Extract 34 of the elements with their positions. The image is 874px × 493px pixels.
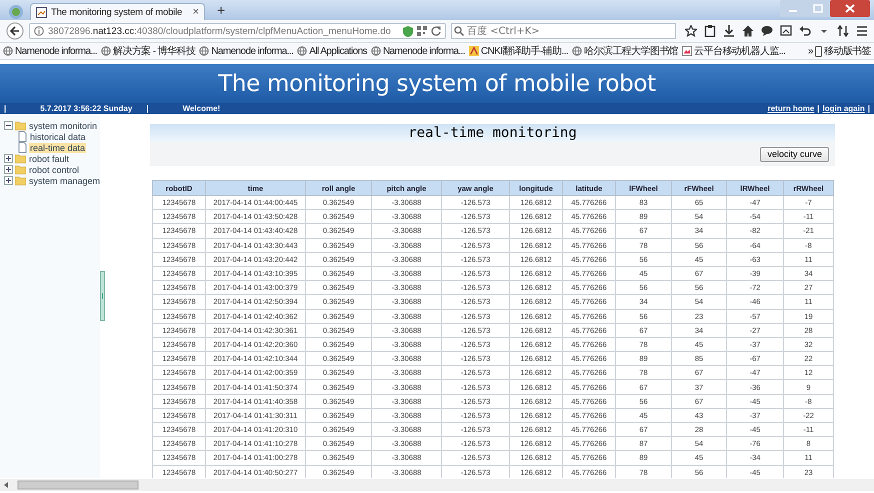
mobile-bookmarks-link[interactable]: 移动版书签 bbox=[824, 44, 871, 58]
bookmark-item[interactable]: 哈尔滨工程大学图书馆 bbox=[572, 44, 678, 58]
header-link[interactable]: return home bbox=[768, 104, 814, 113]
bookmark-item[interactable]: Namenode informa... bbox=[3, 46, 97, 56]
separator: | bbox=[868, 104, 870, 113]
bookmarks-overflow-button[interactable]: » bbox=[808, 46, 813, 56]
address-bar[interactable]: 38072896.nat123.cc:40380/cloudplatform/system/clpfMenuAction_menuHome.do bbox=[29, 23, 446, 39]
bookmark-item[interactable]: CNKI翻译助手-辅助... bbox=[468, 44, 568, 58]
search-field[interactable]: 百度 <Ctrl+K> bbox=[451, 23, 676, 39]
bookmark-item[interactable]: 解决方案 - 博华科技 bbox=[100, 44, 196, 58]
velocity-curve-button[interactable]: velocity curve bbox=[760, 146, 829, 162]
status-text: 5.7.2017 3:56:22 Sunday bbox=[40, 104, 132, 113]
bookmark-item[interactable]: All Applications bbox=[297, 46, 367, 56]
tree-item[interactable]: system managem bbox=[28, 176, 100, 186]
tree-item[interactable]: system monitorin bbox=[28, 120, 98, 130]
new-tab-button[interactable]: + bbox=[211, 2, 232, 18]
tree-item[interactable]: robot control bbox=[28, 164, 80, 174]
bookmark-item[interactable]: 云平台移动机器人监... bbox=[682, 44, 786, 58]
separator: | bbox=[146, 104, 149, 113]
panel-title: real-time monitoring bbox=[150, 124, 835, 142]
url-text: 38072896.nat123.cc:40380/cloudplatform/system/clpfMenuAction_menuHome.do bbox=[48, 26, 392, 36]
status-text: Welcome! bbox=[182, 104, 220, 113]
tree-item[interactable]: robot fault bbox=[28, 154, 70, 164]
tree-item[interactable]: historical data bbox=[29, 132, 87, 142]
page-title: The monitoring system of mobile robot bbox=[0, 64, 874, 103]
tab-close-button[interactable]: × bbox=[192, 6, 199, 18]
separator: | bbox=[4, 104, 6, 113]
bookmark-item[interactable]: Namenode informa... bbox=[370, 46, 465, 56]
header-link[interactable]: login again bbox=[822, 104, 865, 113]
bookmark-item[interactable]: Namenode informa... bbox=[199, 46, 294, 56]
browser-tab[interactable]: The monitoring system of mobile × bbox=[30, 3, 205, 20]
separator: | bbox=[817, 104, 820, 113]
tree-item[interactable]: real-time data bbox=[29, 142, 86, 152]
tab-title: The monitoring system of mobile bbox=[51, 6, 184, 18]
